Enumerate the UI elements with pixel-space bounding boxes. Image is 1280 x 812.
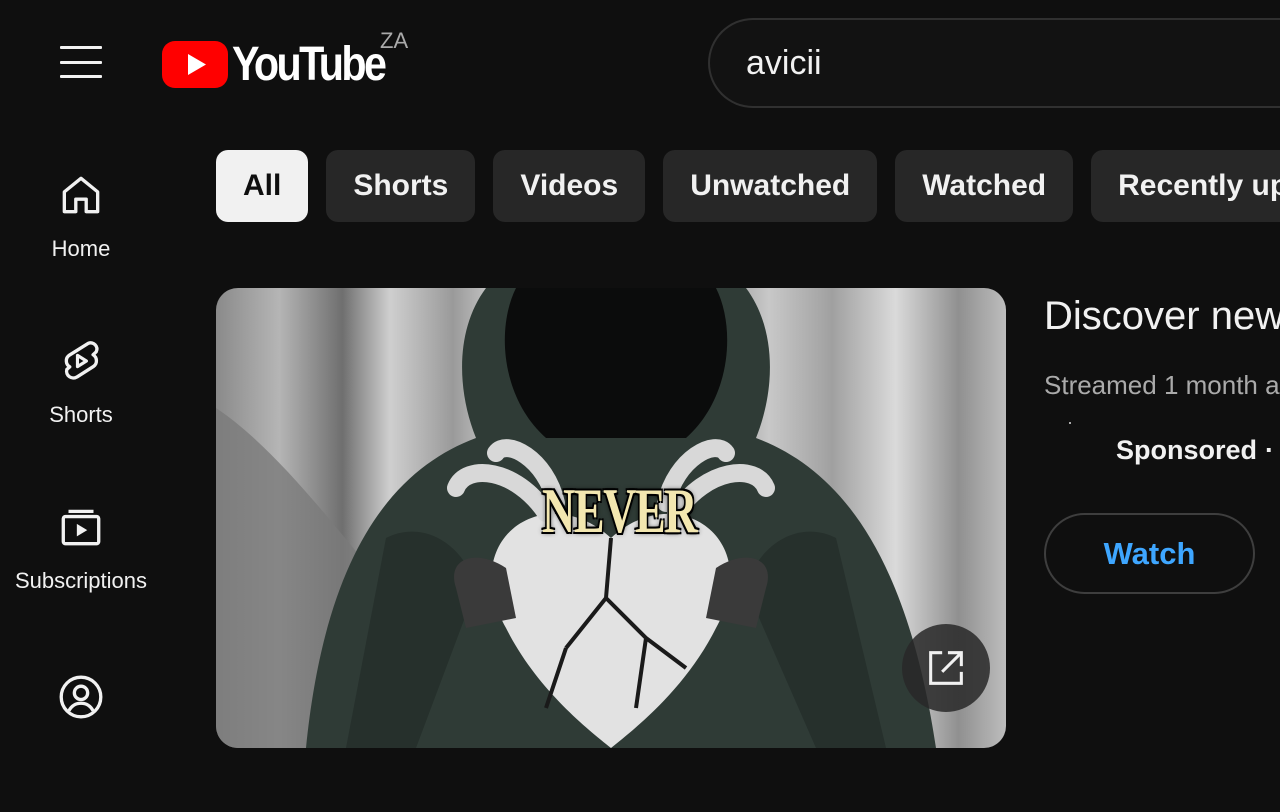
separator-dot: ·: [1265, 435, 1275, 465]
chip-watched[interactable]: Watched: [895, 150, 1074, 222]
logo-text: YouTube: [232, 37, 387, 91]
top-bar: YouTube ZA: [0, 0, 1280, 126]
account-icon: [59, 675, 103, 719]
watch-button[interactable]: Watch: [1044, 513, 1255, 594]
ad-avatar-placeholder: [1069, 422, 1071, 424]
search-box[interactable]: [708, 18, 1280, 108]
shorts-icon: [64, 341, 99, 380]
open-external-button[interactable]: [902, 624, 990, 712]
sidebar-item-label: Shorts: [49, 402, 113, 427]
sponsored-text: Sponsored: [1116, 435, 1258, 465]
chip-shorts[interactable]: Shorts: [326, 150, 476, 222]
ad-meta: Streamed 1 month a: [1044, 370, 1280, 400]
chip-videos[interactable]: Videos: [493, 150, 646, 222]
sidebar-item-label: Subscriptions: [14, 568, 148, 593]
home-icon: [62, 176, 100, 214]
sidebar-item-shorts[interactable]: Shorts: [0, 336, 162, 476]
subscriptions-icon: [61, 509, 101, 546]
youtube-logo-icon: [162, 40, 228, 88]
chip-all[interactable]: All: [216, 150, 309, 222]
sidebar-item-label: Home: [51, 236, 111, 261]
hamburger-menu-icon[interactable]: [56, 40, 106, 84]
sidebar-item-subscriptions[interactable]: Subscriptions: [0, 502, 162, 642]
filter-chips: All Shorts Videos Unwatched Watched Rece…: [216, 150, 1280, 222]
search-input[interactable]: [746, 43, 1280, 83]
chip-unwatched[interactable]: Unwatched: [663, 150, 878, 222]
ad-title[interactable]: Discover new: [1044, 294, 1280, 339]
chip-recently-uploaded[interactable]: Recently upl: [1091, 150, 1280, 222]
thumbnail-title-text: NEVER: [542, 475, 698, 546]
sidebar-item-home[interactable]: Home: [0, 170, 162, 310]
sidebar-item-you[interactable]: [0, 672, 162, 812]
country-code: ZA: [380, 28, 409, 53]
open-external-icon: [929, 651, 963, 685]
sponsored-label: Sponsored ·: [1116, 435, 1274, 466]
youtube-logo[interactable]: YouTube: [162, 36, 409, 92]
ad-thumbnail[interactable]: NEVER: [216, 288, 1006, 748]
